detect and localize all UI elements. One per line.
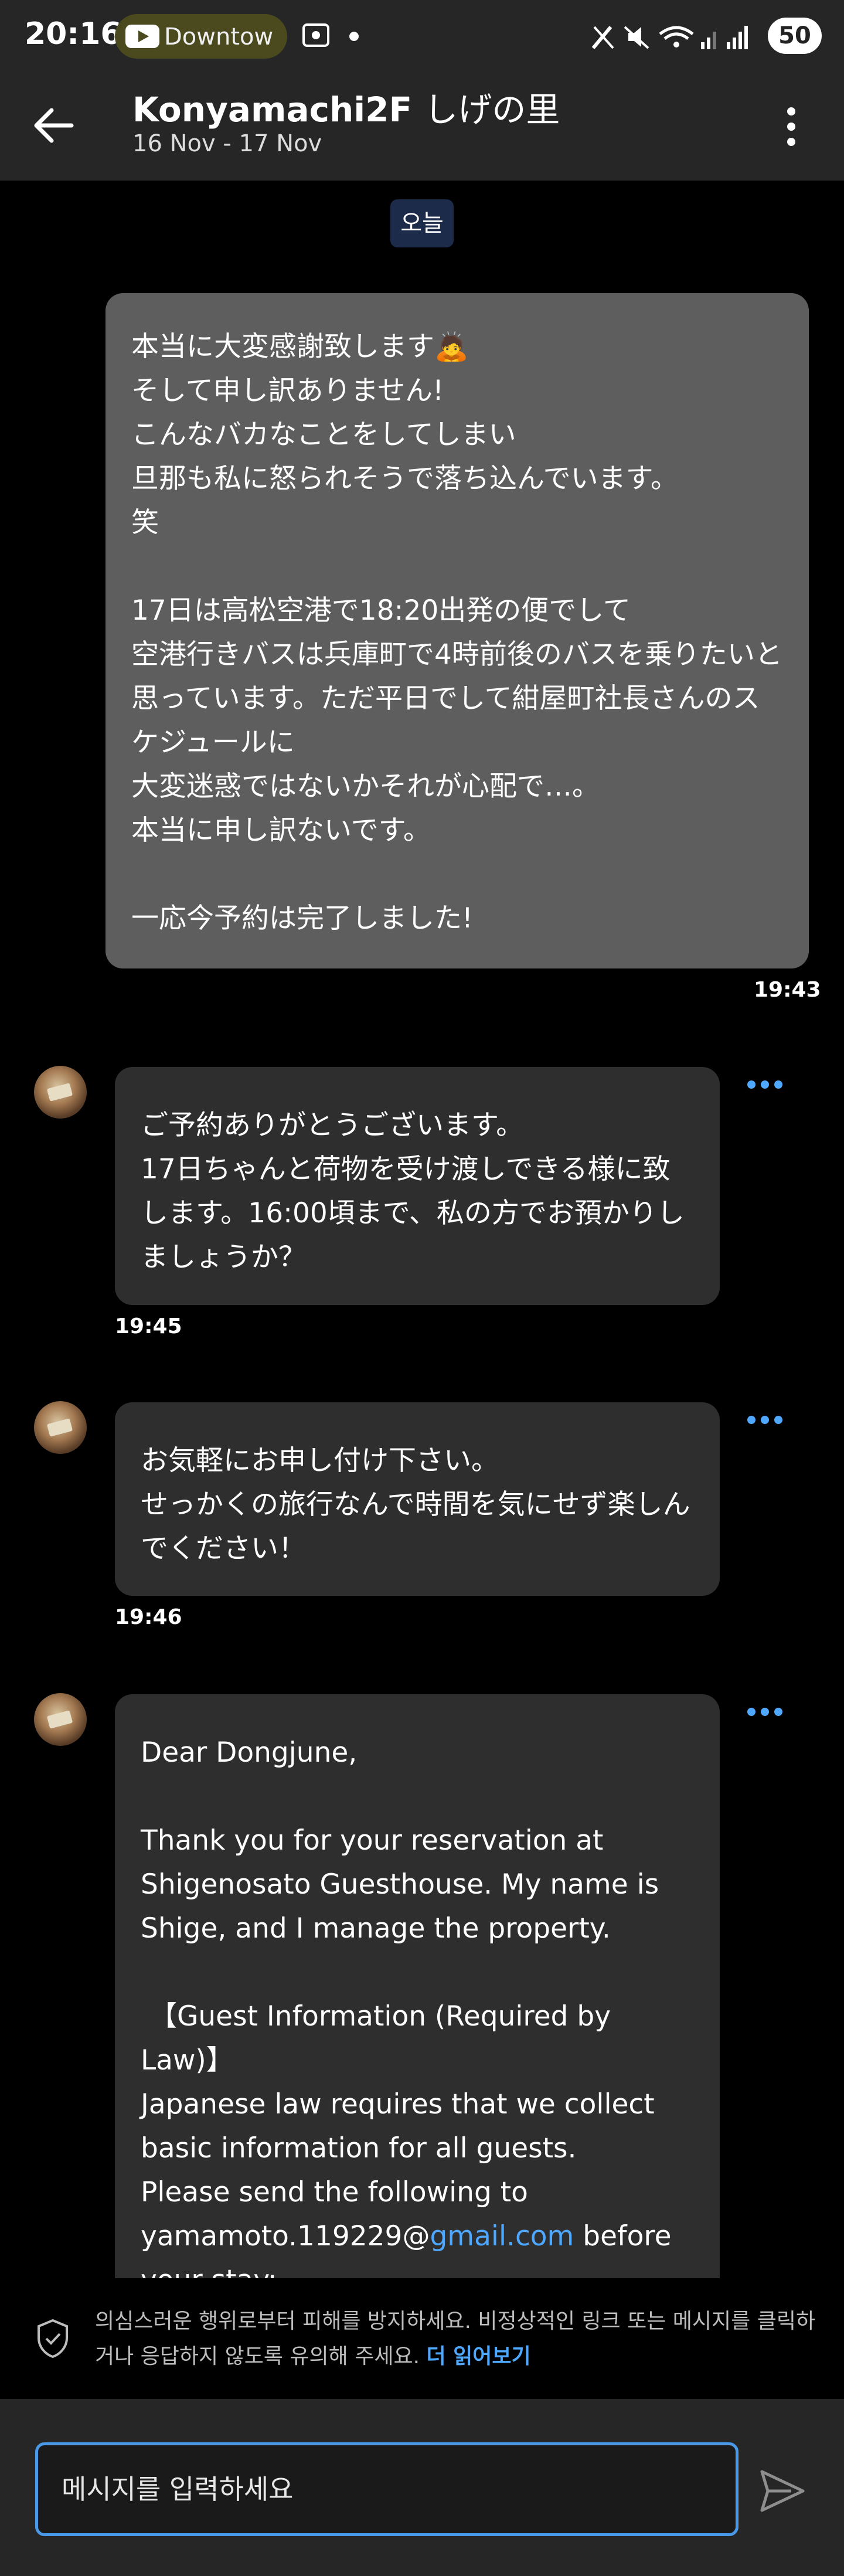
status-time: 20:16 <box>25 16 122 52</box>
warning-text: 의심스러운 행위로부터 피해를 방지하세요. 비정상적인 링크 또는 메시지를 … <box>95 2304 822 2374</box>
mute-icon <box>624 26 649 49</box>
signal-icon-2 <box>727 26 748 49</box>
status-bar: 20:16 Downtow 50 <box>0 0 844 74</box>
media-pill-text: Downtow <box>164 23 274 50</box>
status-icons <box>591 26 748 49</box>
conversation-title: Konyamachi2F しげの里 <box>132 82 560 131</box>
avatar[interactable] <box>34 1401 87 1454</box>
email-link[interactable]: gmail.com <box>430 2220 574 2252</box>
title-main: Konyamachi2F <box>132 90 413 130</box>
outgoing-message[interactable]: 本当に大変感謝致します🙇 そして申し訳ありません! こんなバカなことをしてしまい… <box>106 293 809 968</box>
signal-icon-1 <box>701 32 716 49</box>
back-arrow-icon[interactable] <box>25 97 81 154</box>
title-jp: しげの里 <box>424 90 560 130</box>
composer-bar <box>0 2399 844 2576</box>
message-options-icon[interactable] <box>744 1700 785 1724</box>
stay-dates: 16 Nov - 17 Nov <box>132 130 322 157</box>
message-text: Dear Dongjune, Thank you for your reserv… <box>141 1736 659 2252</box>
read-more-link[interactable]: 더 읽어보기 <box>426 2344 530 2368</box>
notification-dot-icon <box>349 32 359 41</box>
battery-indicator: 50 <box>768 18 822 54</box>
screen-capture-icon <box>302 23 329 47</box>
message-options-icon[interactable] <box>744 1073 785 1096</box>
youtube-icon <box>125 25 159 48</box>
send-icon[interactable] <box>756 2465 809 2517</box>
wifi-icon <box>659 26 694 47</box>
message-input[interactable] <box>35 2442 738 2536</box>
message-time: 19:43 <box>754 978 821 1002</box>
safety-warning: 의심스러운 행위로부터 피해를 방지하세요. 비정상적인 링크 또는 메시지를 … <box>0 2278 844 2399</box>
message-time: 19:46 <box>115 1605 182 1629</box>
avatar[interactable] <box>34 1066 87 1119</box>
more-options-icon[interactable] <box>774 97 809 156</box>
no-pen-icon <box>591 26 614 49</box>
message-options-icon[interactable] <box>744 1408 785 1432</box>
avatar[interactable] <box>34 1693 87 1746</box>
incoming-message[interactable]: お気軽にお申し付け下さい。 せっかくの旅行なんで時間を気にせず楽しんでください！ <box>115 1402 720 1596</box>
incoming-message[interactable]: Dear Dongjune, Thank you for your reserv… <box>115 1694 720 2339</box>
incoming-message[interactable]: ご予約ありがとうございます。 17日ちゃんと荷物を受け渡しできる様に致します。1… <box>115 1067 720 1305</box>
app-bar: Konyamachi2F しげの里 16 Nov - 17 Nov <box>0 74 844 181</box>
message-time: 19:45 <box>115 1314 182 1338</box>
media-pill[interactable]: Downtow <box>115 14 287 59</box>
shield-check-icon <box>38 2319 68 2358</box>
date-chip: 오늘 <box>390 199 454 247</box>
